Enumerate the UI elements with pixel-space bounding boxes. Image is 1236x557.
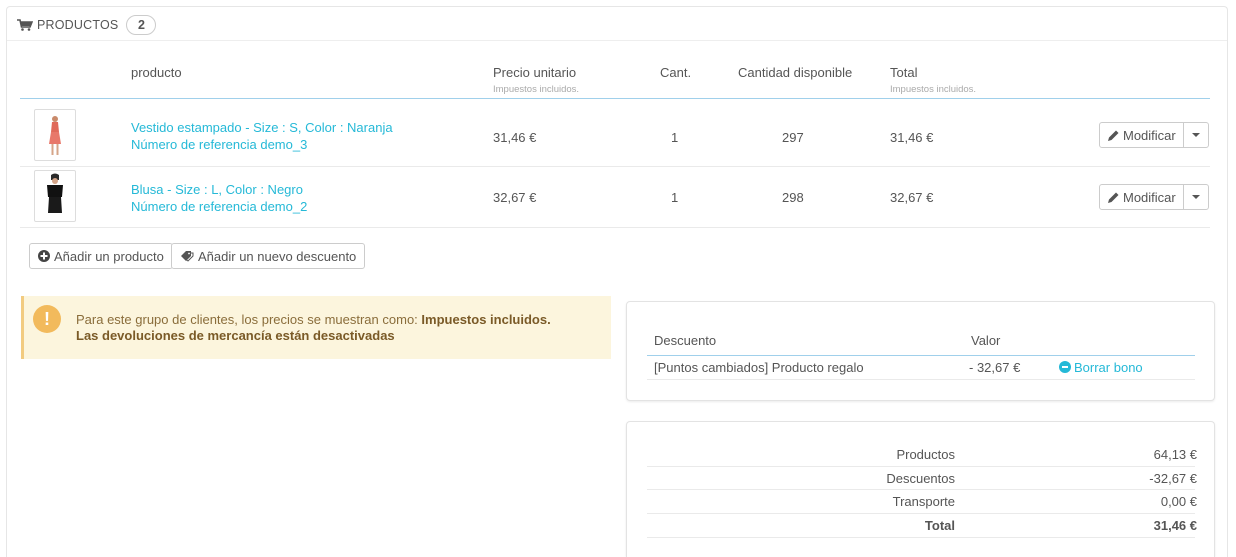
discount-column-header: Descuento xyxy=(654,333,717,348)
product-name-link[interactable]: Blusa - Size : L, Color : Negro xyxy=(131,181,303,198)
summary-label-shipping: Transporte xyxy=(892,494,955,509)
summary-divider xyxy=(647,513,1195,514)
summary-value-total: 31,46 € xyxy=(1153,518,1197,533)
modify-button-label: Modificar xyxy=(1123,127,1176,143)
add-discount-button[interactable]: Añadir un nuevo descuento xyxy=(171,243,366,269)
tax-info-alert: ! Para este grupo de clientes, los preci… xyxy=(21,296,611,359)
unit-price-cell: 32,67 € xyxy=(493,190,537,205)
available-cell: 297 xyxy=(782,130,804,145)
tags-icon xyxy=(181,251,194,262)
table-header-divider xyxy=(20,98,1210,99)
minus-circle-icon xyxy=(1059,361,1071,373)
column-header-available: Cantidad disponible xyxy=(738,65,853,80)
unit-price-cell: 31,46 € xyxy=(493,130,537,145)
modify-button[interactable]: Modificar xyxy=(1100,185,1184,209)
summary-divider xyxy=(647,537,1195,538)
column-header-qty: Cant. xyxy=(660,65,692,80)
summary-label-total: Total xyxy=(924,518,955,533)
add-product-button[interactable]: Añadir un producto xyxy=(29,243,173,269)
summary-value-discounts: -32,67 € xyxy=(1149,471,1197,486)
modify-dropdown-toggle[interactable] xyxy=(1184,123,1208,147)
modify-button[interactable]: Modificar xyxy=(1100,123,1184,147)
panel-title: PRODUCTOS xyxy=(37,18,119,32)
plus-circle-icon xyxy=(38,250,50,262)
available-cell: 298 xyxy=(782,190,804,205)
value-column-header: Valor xyxy=(971,333,1001,348)
totals-panel: Productos 64,13 € Descuentos -32,67 € Tr… xyxy=(626,421,1215,557)
shopping-cart-icon xyxy=(17,19,33,31)
qty-cell: 1 xyxy=(671,190,679,205)
add-discount-label: Añadir un nuevo descuento xyxy=(198,248,357,264)
modify-button-label: Modificar xyxy=(1123,189,1176,205)
column-subheader-total: Impuestos incluidos. xyxy=(890,84,977,95)
column-header-unit-price: Precio unitario xyxy=(493,65,577,80)
qty-cell: 1 xyxy=(671,130,679,145)
product-count-badge: 2 xyxy=(126,15,157,35)
product-reference-link[interactable]: Número de referencia demo_3 xyxy=(131,136,307,153)
product-thumbnail-dress[interactable] xyxy=(34,109,76,161)
discounts-header-divider xyxy=(647,355,1195,356)
total-cell: 32,67 € xyxy=(890,190,934,205)
summary-divider xyxy=(647,466,1195,467)
row-divider xyxy=(20,166,1210,167)
add-product-label: Añadir un producto xyxy=(54,248,164,264)
alert-bold-tax: Impuestos incluidos. xyxy=(421,312,551,327)
row-divider xyxy=(20,227,1210,228)
alert-text: Para este grupo de clientes, los precios… xyxy=(76,312,551,344)
column-header-product: producto xyxy=(131,65,182,80)
blouse-image-icon xyxy=(47,173,63,213)
summary-value-shipping: 0,00 € xyxy=(1160,494,1197,509)
pencil-icon xyxy=(1108,130,1119,141)
product-reference-link[interactable]: Número de referencia demo_2 xyxy=(131,198,307,215)
column-subheader-unit-price: Impuestos incluidos. xyxy=(493,84,580,95)
modify-button-group: Modificar xyxy=(1099,184,1209,210)
pencil-icon xyxy=(1108,192,1119,203)
modify-button-group: Modificar xyxy=(1099,122,1209,148)
summary-label-products: Productos xyxy=(896,447,955,462)
heading-divider xyxy=(7,40,1227,41)
warning-icon: ! xyxy=(33,305,61,333)
discount-value: - 32,67 € xyxy=(969,360,1021,375)
summary-label-discounts: Descuentos xyxy=(886,471,955,486)
chevron-down-icon xyxy=(1191,195,1200,199)
total-cell: 31,46 € xyxy=(890,130,934,145)
discounts-row-divider xyxy=(647,379,1195,380)
alert-message: Para este grupo de clientes, los precios… xyxy=(76,312,422,327)
panel-heading: PRODUCTOS 2 xyxy=(17,13,157,37)
alert-bold-returns: Las devoluciones de mercancía están desa… xyxy=(76,328,395,343)
product-thumbnail-blouse[interactable] xyxy=(34,170,76,222)
chevron-down-icon xyxy=(1191,133,1200,137)
product-name-link[interactable]: Vestido estampado - Size : S, Color : Na… xyxy=(131,119,393,136)
summary-value-products: 64,13 € xyxy=(1153,447,1197,462)
column-header-total: Total xyxy=(890,65,918,80)
remove-voucher-label: Borrar bono xyxy=(1074,360,1143,375)
modify-dropdown-toggle[interactable] xyxy=(1184,185,1208,209)
discount-name: [Puntos cambiados] Producto regalo xyxy=(654,360,864,375)
dress-image-icon xyxy=(49,116,61,155)
summary-divider xyxy=(647,489,1195,490)
remove-voucher-link[interactable]: Borrar bono xyxy=(1059,360,1143,375)
discounts-panel: Descuento Valor [Puntos cambiados] Produ… xyxy=(626,301,1215,401)
